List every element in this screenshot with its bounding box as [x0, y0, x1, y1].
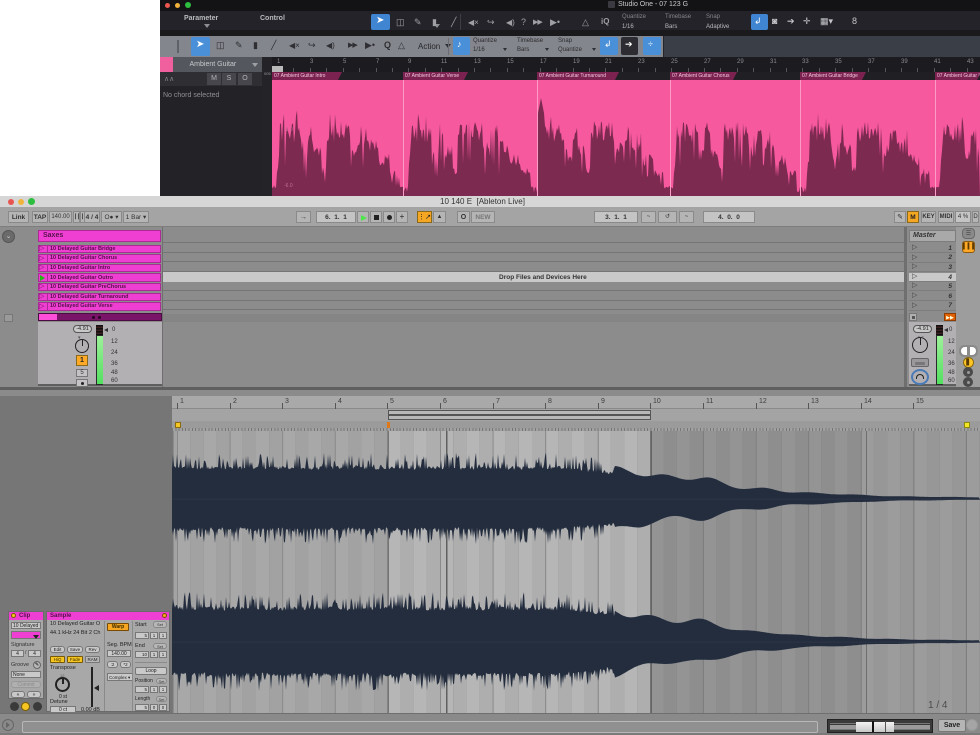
svg-text:1 / 4: 1 / 4 — [928, 700, 948, 711]
svg-text:-6.0: -6.0 — [284, 183, 293, 189]
svg-text:-1.0: -1.0 — [284, 127, 293, 133]
